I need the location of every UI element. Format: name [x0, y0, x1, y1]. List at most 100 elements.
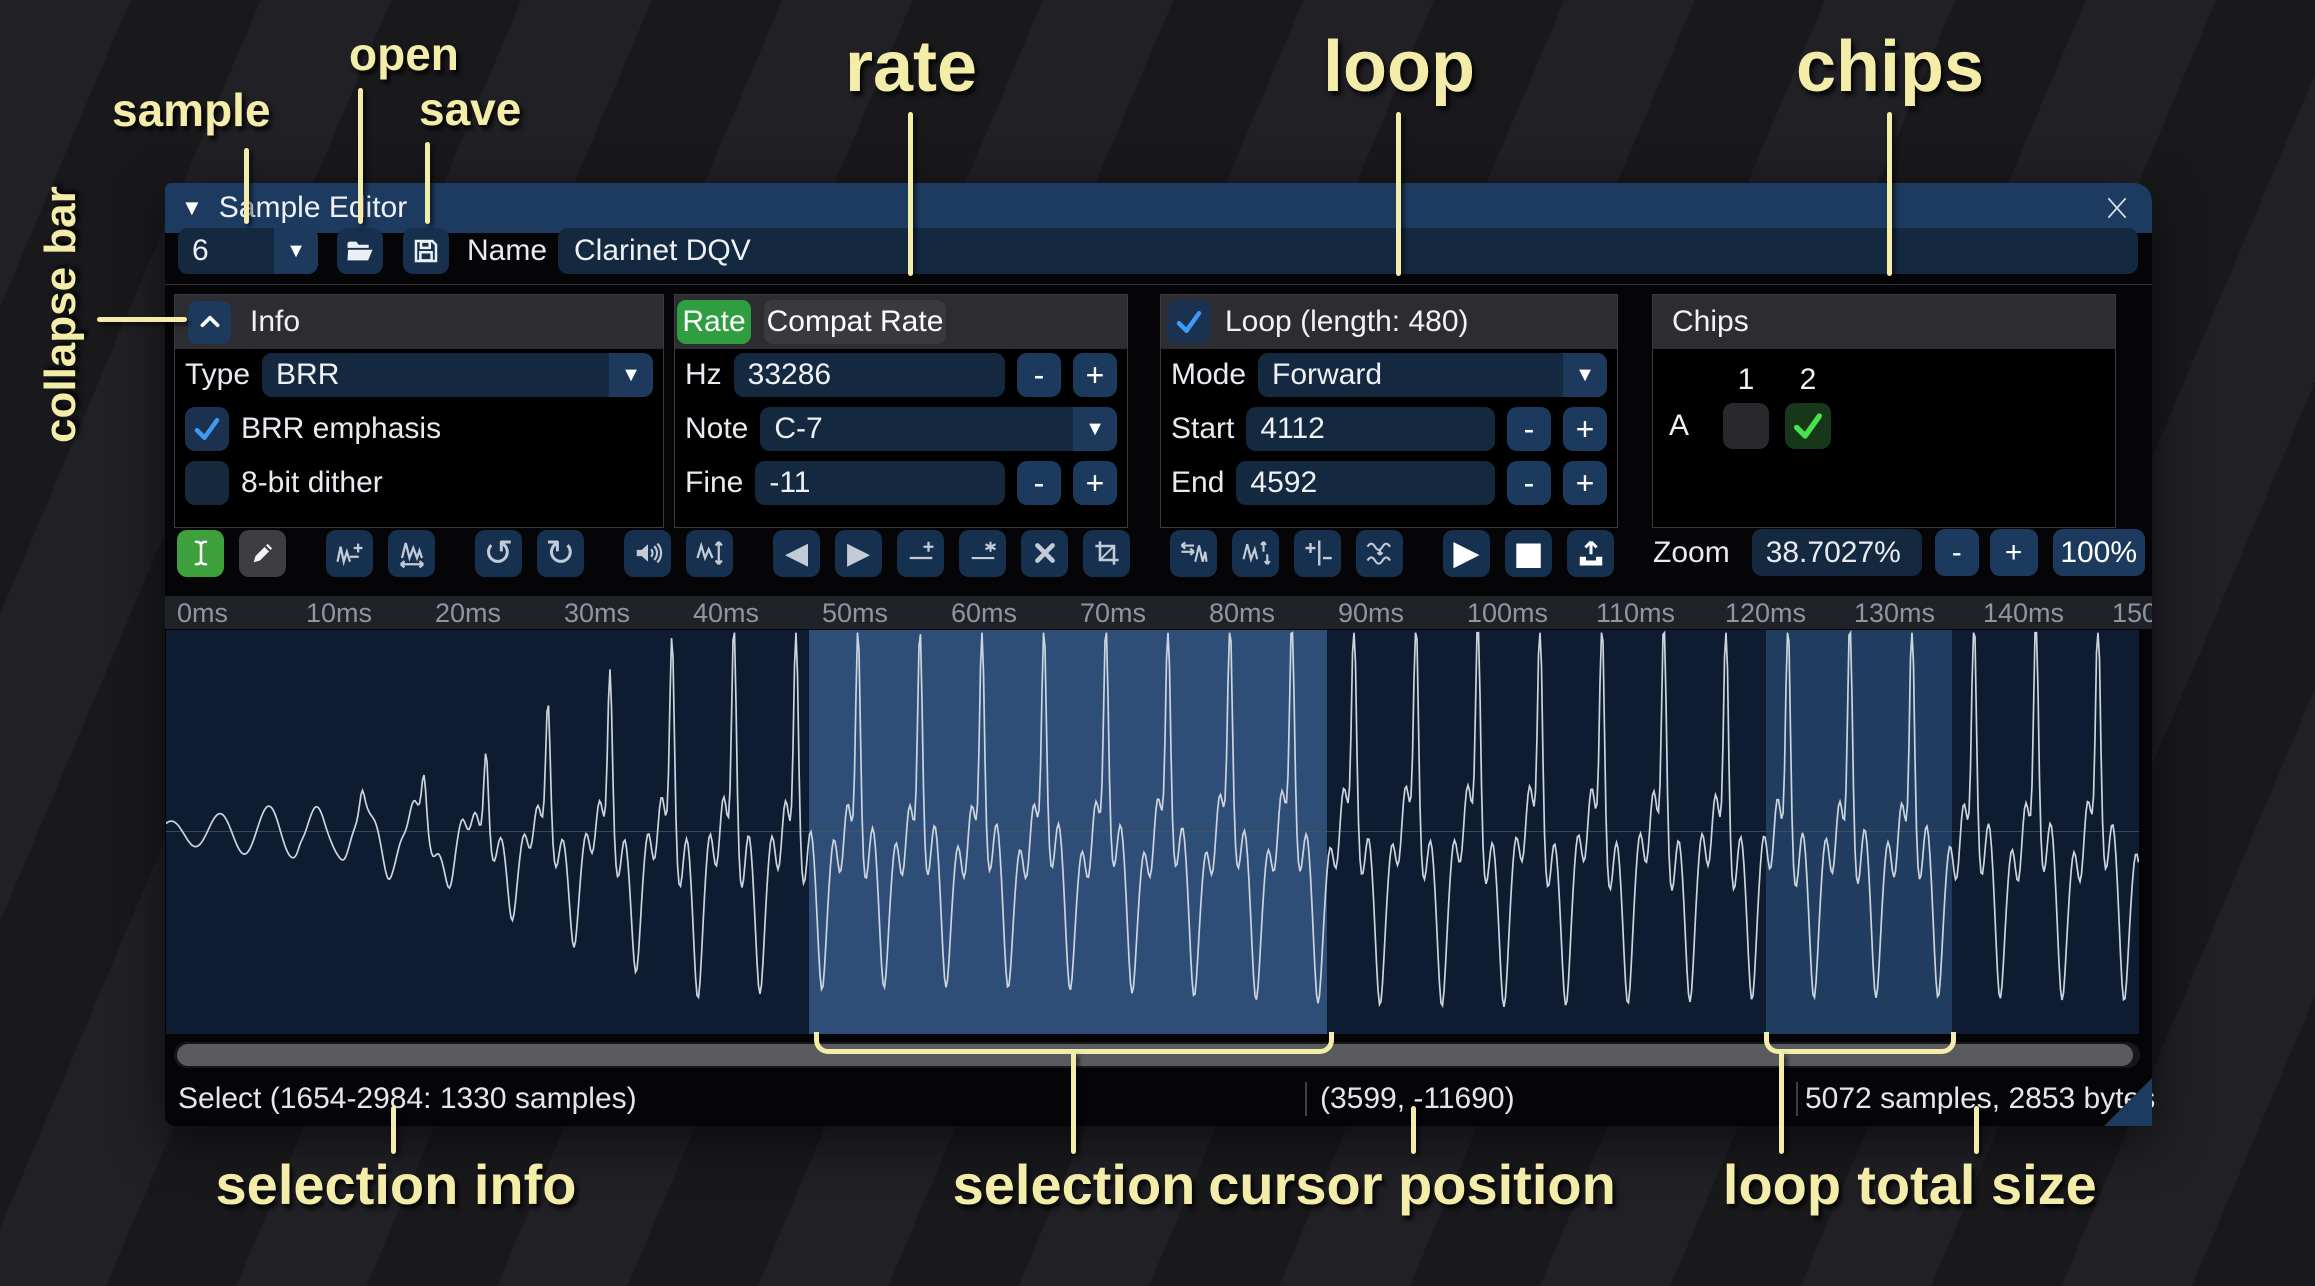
signedness-button[interactable]: [1294, 530, 1341, 577]
x-icon: [1032, 540, 1058, 566]
chevron-down-icon[interactable]: ▼: [274, 228, 318, 274]
tab-rate[interactable]: Rate: [677, 300, 751, 344]
delete-button[interactable]: [1021, 530, 1068, 577]
loop-mode-value: Forward: [1258, 358, 1563, 392]
save-icon: [411, 236, 441, 266]
annotation-loop: loop: [1323, 26, 1475, 108]
create-wavetable-button[interactable]: [1567, 530, 1614, 577]
loop-end-minus-button[interactable]: -: [1507, 461, 1551, 505]
annotation-sample: sample: [112, 83, 271, 137]
resample-button[interactable]: [388, 530, 435, 577]
chips-grid: 1 2 A: [1663, 357, 1831, 449]
chevron-down-icon[interactable]: ▼: [1073, 407, 1117, 451]
zoom-in-button[interactable]: +: [1990, 529, 2038, 576]
sample-name-input[interactable]: [558, 228, 2138, 274]
redo-button[interactable]: ↻: [537, 530, 584, 577]
annotation-chips: chips: [1796, 26, 1984, 108]
fine-label: Fine: [685, 466, 743, 500]
save-sample-button[interactable]: [403, 228, 449, 274]
preview-button[interactable]: ▶: [1443, 530, 1490, 577]
zoom-controls: Zoom 38.7027% - + 100%: [1653, 529, 2145, 576]
stop-icon: ■: [1513, 534, 1543, 572]
loop-start-plus-button[interactable]: +: [1563, 407, 1607, 451]
rate-section-header: Rate Compat Rate: [675, 295, 1127, 349]
tab-compat-rate[interactable]: Compat Rate: [764, 300, 946, 344]
chip-column-2: 2: [1785, 357, 1831, 397]
chip-a2-checkbox[interactable]: [1785, 403, 1831, 449]
draw-mode-button[interactable]: [239, 530, 286, 577]
loop-start-minus-button[interactable]: -: [1507, 407, 1551, 451]
hz-plus-button[interactable]: +: [1073, 353, 1117, 397]
fine-plus-button[interactable]: +: [1073, 461, 1117, 505]
loop-start-input[interactable]: 4112: [1246, 407, 1495, 451]
brr-emphasis-checkbox[interactable]: [185, 407, 229, 451]
fade-in-button[interactable]: ◀: [773, 530, 820, 577]
status-total-size: 5072 samples, 2853 bytes: [1805, 1079, 2155, 1119]
resize-grip[interactable]: [2104, 1078, 2152, 1126]
ruler-label: 130ms: [1854, 598, 1935, 629]
zoom-value-field[interactable]: 38.7027%: [1752, 529, 1922, 576]
play-icon: ▶: [1453, 533, 1479, 573]
waveform-scrollbar[interactable]: [174, 1042, 2140, 1068]
close-icon[interactable]: [2100, 191, 2134, 225]
apply-filter-button[interactable]: [1356, 530, 1403, 577]
invert-button[interactable]: [1232, 530, 1279, 577]
resize-button[interactable]: [326, 530, 373, 577]
window-titlebar[interactable]: ▼ Sample Editor: [165, 183, 2152, 233]
fade-out-button[interactable]: ▶: [835, 530, 882, 577]
loop-end-plus-button[interactable]: +: [1563, 461, 1607, 505]
loop-end-input[interactable]: 4592: [1236, 461, 1495, 505]
chevron-up-icon: [197, 309, 223, 335]
stop-preview-button[interactable]: ■: [1505, 530, 1552, 577]
normalize-button[interactable]: [686, 530, 733, 577]
loop-mode-dropdown[interactable]: Forward ▼: [1258, 353, 1607, 397]
ruler-label: 0ms: [177, 598, 228, 629]
undo-button[interactable]: ↺: [475, 530, 522, 577]
chip-a1-checkbox[interactable]: [1723, 403, 1769, 449]
loop-enable-checkbox[interactable]: [1167, 300, 1211, 344]
upload-icon: [1576, 538, 1606, 568]
info-section-title: Info: [250, 305, 300, 339]
zoom-label: Zoom: [1653, 536, 1730, 570]
edit-mode-button[interactable]: [177, 530, 224, 577]
ruler-label: 40ms: [693, 598, 759, 629]
collapse-bar-button[interactable]: [188, 301, 231, 344]
apply-silence-button[interactable]: [959, 530, 1006, 577]
note-value: C-7: [760, 412, 1073, 446]
annotation-open: open: [349, 27, 459, 81]
chevron-down-icon[interactable]: ▼: [1563, 353, 1607, 397]
type-label: Type: [185, 358, 250, 392]
silence-star-icon: [968, 538, 998, 568]
reverse-button[interactable]: [1170, 530, 1217, 577]
zoom-out-button[interactable]: -: [1935, 529, 1979, 576]
wave-invert-icon: [1241, 538, 1271, 568]
sample-number-value: 6: [178, 234, 274, 268]
scrollbar-thumb[interactable]: [177, 1044, 2133, 1066]
zoom-reset-button[interactable]: 100%: [2053, 529, 2145, 576]
loop-section-header: Loop (length: 480): [1161, 295, 1617, 349]
ruler-label: 50ms: [822, 598, 888, 629]
sample-number-dropdown[interactable]: 6 ▼: [178, 228, 318, 274]
status-cursor-position: (3599, -11690): [1320, 1079, 1515, 1119]
status-divider: [1796, 1082, 1798, 1116]
note-dropdown[interactable]: C-7 ▼: [760, 407, 1117, 451]
insert-silence-button[interactable]: [897, 530, 944, 577]
waveform-line: [166, 630, 2139, 1034]
chevron-down-icon[interactable]: ▼: [609, 353, 653, 397]
ruler-label: 100ms: [1467, 598, 1548, 629]
type-dropdown[interactable]: BRR ▼: [262, 353, 653, 397]
open-sample-button[interactable]: [337, 228, 383, 274]
pencil-icon: [249, 539, 277, 567]
wave-stretch-icon: [397, 538, 427, 568]
check-icon: [1174, 307, 1204, 337]
window-collapse-icon[interactable]: ▼: [181, 195, 203, 221]
dither-checkbox[interactable]: [185, 461, 229, 505]
hz-input[interactable]: 33286: [734, 353, 1005, 397]
amplify-button[interactable]: [624, 530, 671, 577]
waveform-view[interactable]: [166, 630, 2139, 1034]
divider: [165, 284, 2152, 285]
hz-minus-button[interactable]: -: [1017, 353, 1061, 397]
fine-minus-button[interactable]: -: [1017, 461, 1061, 505]
fine-input[interactable]: -11: [755, 461, 1005, 505]
trim-button[interactable]: [1083, 530, 1130, 577]
